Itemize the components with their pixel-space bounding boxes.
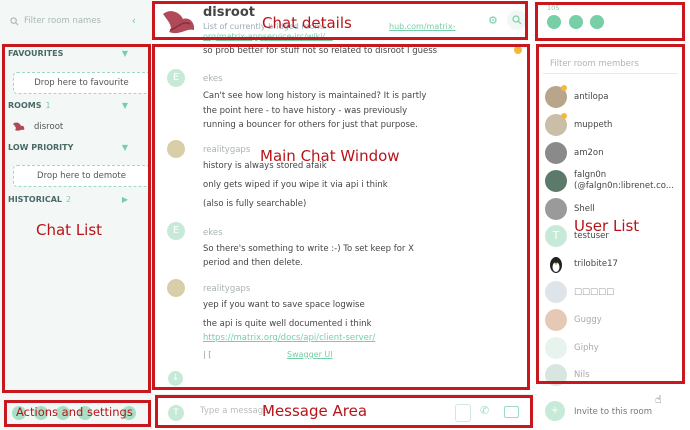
user-list-annotation-box: [536, 44, 685, 384]
add-user-icon: +: [545, 401, 565, 421]
main-chat-annotation: Main Chat Window: [260, 147, 400, 165]
user-list-annotation: User List: [574, 217, 640, 235]
room-filter[interactable]: Filter room names ‹: [8, 14, 142, 30]
search-icon: [10, 17, 19, 26]
invite-button[interactable]: + Invite to this room: [545, 399, 685, 423]
main-chat-annotation-box: [152, 44, 530, 390]
actions-annotation: Actions and settings: [16, 405, 133, 419]
chat-list-annotation-box: [2, 44, 151, 393]
message-area-annotation: Message Area: [262, 402, 368, 420]
chat-details-annotation: Chat details: [262, 14, 352, 32]
collapse-chevron-icon[interactable]: ‹: [132, 14, 136, 27]
invite-label: Invite to this room: [574, 407, 652, 417]
room-filter-input[interactable]: Filter room names: [24, 16, 101, 26]
header-icons-annotation-box: [535, 2, 685, 41]
chat-list-annotation: Chat List: [36, 221, 103, 239]
